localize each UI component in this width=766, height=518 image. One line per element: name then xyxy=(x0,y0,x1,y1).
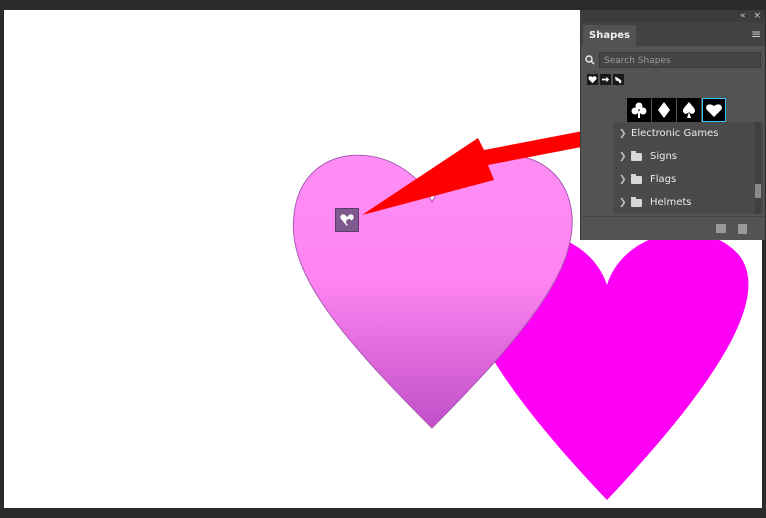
group-label: Helmets xyxy=(650,197,692,208)
dragged-heart-cursor-icon xyxy=(335,208,359,232)
heart-icon[interactable] xyxy=(702,98,726,122)
scroll-thumb[interactable] xyxy=(755,184,761,198)
group-label: Flags xyxy=(650,174,677,185)
club-icon[interactable] xyxy=(627,98,651,122)
search-row: Search Shapes xyxy=(585,52,761,68)
shape-tiles xyxy=(627,98,726,122)
chevron-right-icon[interactable]: ❯ xyxy=(619,152,631,162)
chevron-right-icon[interactable]: ❯ xyxy=(619,175,631,185)
recent-shapes xyxy=(587,74,765,85)
tab-shapes[interactable]: Shapes xyxy=(583,25,636,46)
shape-group-list: ❯ Electronic Games ❯ Signs ❯ Flags ❯ Hel… xyxy=(613,122,763,214)
arrow-icon[interactable] xyxy=(600,74,611,85)
shapes-panel: « × Shapes ≡ Search Shapes ❯ Electronic … xyxy=(580,10,765,240)
search-icon xyxy=(585,55,599,65)
folder-icon xyxy=(631,173,642,184)
panel-footer xyxy=(581,216,765,240)
close-icon[interactable]: × xyxy=(753,10,761,22)
list-item[interactable]: ❯ Flags xyxy=(613,168,763,191)
list-item[interactable]: ❯ Signs xyxy=(613,145,763,168)
panel-menu-icon[interactable]: ≡ xyxy=(751,27,761,41)
heart-icon[interactable] xyxy=(587,74,598,85)
chevron-right-icon[interactable]: ❯ xyxy=(619,198,631,208)
group-label: Signs xyxy=(650,151,678,162)
diamond-icon[interactable] xyxy=(652,98,676,122)
trash-icon[interactable] xyxy=(738,223,747,234)
list-item[interactable]: ❯ Helmets xyxy=(613,191,763,214)
folder-icon xyxy=(631,150,642,161)
chevron-right-icon[interactable]: ❯ xyxy=(619,129,631,139)
search-input[interactable]: Search Shapes xyxy=(599,52,761,68)
folder-icon xyxy=(631,196,642,207)
animal-icon[interactable] xyxy=(613,74,624,85)
panel-tab-row: Shapes ≡ xyxy=(581,22,765,46)
list-item[interactable]: ❯ Electronic Games xyxy=(613,122,763,145)
new-group-icon[interactable] xyxy=(716,224,726,233)
panel-topbar: « × xyxy=(581,10,765,22)
collapse-icon[interactable]: « xyxy=(740,10,746,22)
group-label: Electronic Games xyxy=(631,128,719,139)
spade-icon[interactable] xyxy=(677,98,701,122)
scrollbar[interactable] xyxy=(755,122,761,214)
